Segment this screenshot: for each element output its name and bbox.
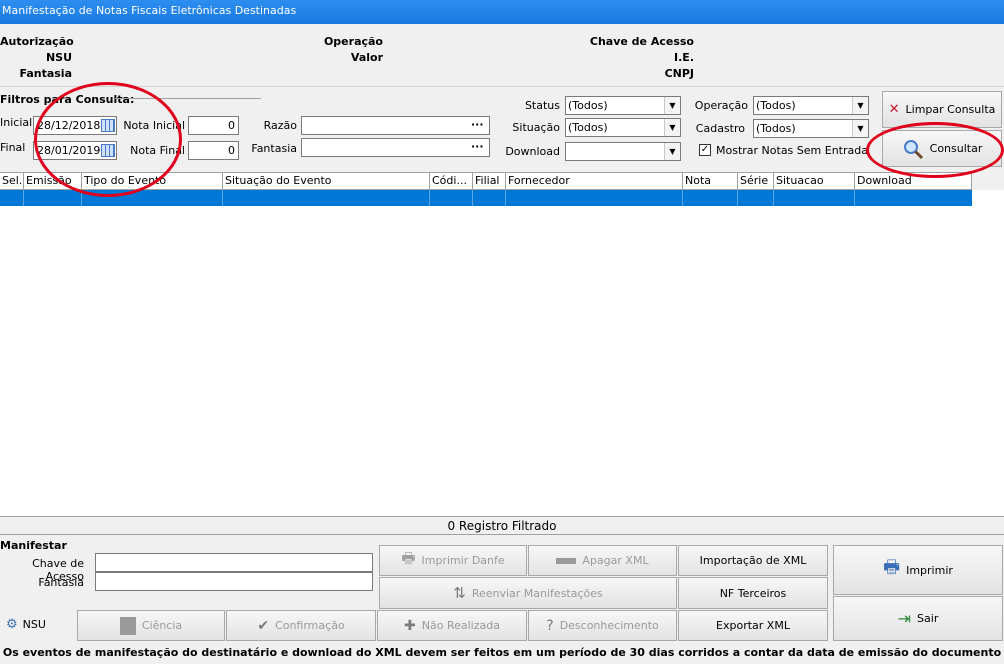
inicial-label: Inicial	[0, 116, 33, 129]
divider	[0, 534, 1004, 535]
fantasia-manifest-label: Fantasia	[38, 576, 84, 589]
fantasia-lookup-button[interactable]: ···	[471, 140, 484, 153]
imprimir-button[interactable]: 🖶 Imprimir	[833, 545, 1003, 595]
status-select[interactable]: (Todos) ▼	[565, 96, 681, 115]
operacao-select[interactable]: (Todos) ▼	[753, 96, 869, 115]
divider	[0, 516, 1004, 517]
col-nota[interactable]: Nota	[683, 173, 738, 190]
close-icon: ✕	[888, 102, 900, 117]
razao-label: Razão	[263, 119, 297, 132]
imprimir-danfe-button[interactable]: 🖶 Imprimir Danfe	[379, 545, 527, 576]
question-icon: ?	[546, 617, 554, 634]
nota-inicial-input[interactable]: 0	[188, 116, 239, 135]
apagar-xml-button[interactable]: Apagar XML	[528, 545, 677, 576]
importacao-xml-button[interactable]: Importação de XML	[678, 545, 828, 576]
annotation-ellipse	[34, 82, 182, 197]
fantasia-filter-label: Fantasia	[251, 142, 297, 155]
status-label: Status	[524, 99, 560, 112]
mostrar-checkbox[interactable]: ✓	[699, 144, 711, 156]
footer-note: Os eventos de manifestação do destinatár…	[2, 646, 1002, 659]
razao-lookup-button[interactable]: ···	[471, 118, 484, 131]
valor-label: Valor	[350, 51, 383, 64]
ie-label: I.E.	[674, 51, 694, 64]
printer-icon: 🖶	[401, 549, 416, 567]
col-situacao-evento[interactable]: Situação do Evento	[223, 173, 430, 190]
exportar-xml-button[interactable]: Exportar XML	[678, 610, 828, 641]
autorizacao-label: Autorização	[0, 35, 74, 48]
chevron-down-icon[interactable]: ▼	[664, 119, 680, 136]
operacao-filter-label: Operação	[694, 99, 748, 112]
confirmacao-button[interactable]: ✔ Confirmação	[226, 610, 376, 641]
nsu-label: NSU	[45, 51, 72, 64]
nao-realizada-button[interactable]: ✚ Não Realizada	[377, 610, 527, 641]
chave-info-label: Chave de Acesso	[589, 35, 694, 48]
cnpj-label: CNPJ	[664, 67, 694, 80]
nota-final-input[interactable]: 0	[188, 141, 239, 160]
situacao-label: Situação	[512, 121, 560, 134]
ciencia-button[interactable]: Ciência	[77, 610, 225, 641]
nf-terceiros-button[interactable]: NF Terceiros	[678, 577, 828, 609]
col-fornecedor[interactable]: Fornecedor	[506, 173, 683, 190]
download-select[interactable]: ▼	[565, 142, 681, 161]
results-grid[interactable]	[0, 190, 1004, 516]
download-label: Download	[505, 145, 560, 158]
document-icon	[119, 616, 136, 635]
final-label: Final	[0, 141, 26, 154]
chevron-down-icon[interactable]: ▼	[664, 97, 680, 114]
col-sel[interactable]: Sel.	[0, 173, 24, 190]
refresh-icon: ⇅	[453, 584, 466, 602]
col-codigo[interactable]: Códi...	[430, 173, 473, 190]
fantasia-filter-input[interactable]	[301, 138, 490, 157]
exit-icon: ⇥	[897, 609, 912, 628]
operacao-info-label: Operação	[323, 35, 383, 48]
plus-icon: ✚	[404, 617, 416, 634]
cadastro-label: Cadastro	[695, 122, 745, 135]
check-icon: ✔	[257, 617, 270, 634]
sair-button[interactable]: ⇥ Sair	[833, 596, 1003, 641]
razao-input[interactable]	[301, 116, 490, 135]
situacao-select[interactable]: (Todos) ▼	[565, 118, 681, 137]
mostrar-label: Mostrar Notas Sem Entrada	[716, 144, 868, 157]
chave-acesso-input[interactable]	[95, 553, 373, 572]
desconhecimento-button[interactable]: ? Desconhecimento	[528, 610, 677, 641]
window-title: Manifestação de Notas Fiscais Eletrônica…	[2, 4, 297, 17]
col-situacao[interactable]: Situacao	[774, 173, 855, 190]
fantasia-info-label: Fantasia	[19, 67, 72, 80]
grid-status: 0 Registro Filtrado	[447, 519, 557, 533]
annotation-ellipse	[866, 122, 1004, 178]
nsu-button[interactable]: ⚙ NSU	[6, 617, 46, 632]
selected-row[interactable]	[0, 190, 972, 206]
chevron-down-icon[interactable]: ▼	[664, 143, 680, 160]
fantasia-manifest-input[interactable]	[95, 572, 373, 591]
divider	[0, 86, 1004, 87]
chevron-down-icon[interactable]: ▼	[852, 120, 868, 137]
manifestar-label: Manifestar	[0, 539, 67, 552]
col-serie[interactable]: Série	[738, 173, 774, 190]
gear-icon: ⚙	[6, 617, 18, 632]
col-filial[interactable]: Filial	[473, 173, 506, 190]
printer-icon: 🖶	[883, 557, 901, 578]
cadastro-select[interactable]: (Todos) ▼	[753, 119, 869, 138]
eraser-icon	[556, 557, 577, 564]
window-title-bar: Manifestação de Notas Fiscais Eletrônica…	[0, 0, 1004, 24]
reenviar-button[interactable]: ⇅ Reenviar Manifestações	[379, 577, 677, 609]
chevron-down-icon[interactable]: ▼	[852, 97, 868, 114]
